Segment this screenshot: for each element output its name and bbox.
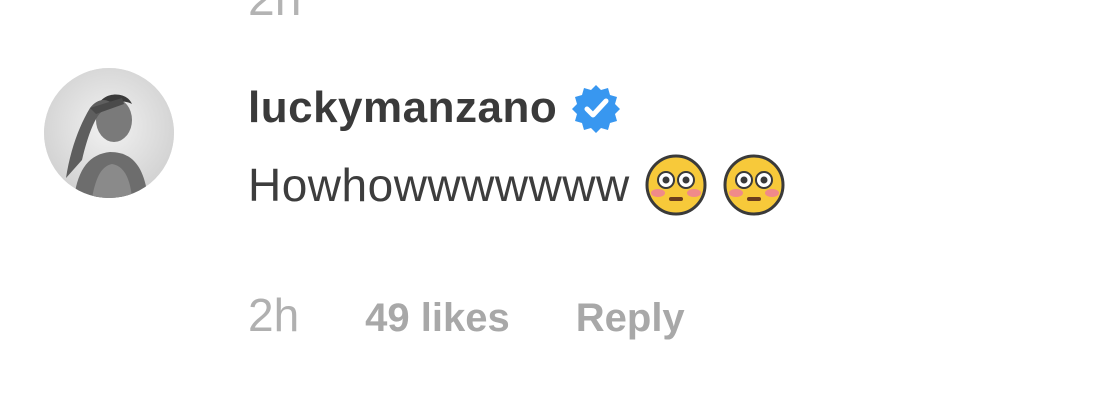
username-row: luckymanzano: [248, 80, 786, 136]
likes-count-link[interactable]: 49 likes: [365, 296, 510, 341]
reply-button[interactable]: Reply: [576, 296, 685, 341]
comment-text-row: Howhowwwwwww: [248, 152, 786, 218]
comment-meta: 2h 49 likes Reply: [248, 288, 685, 342]
comment-thread: 2h luckymanzano: [0, 0, 1120, 415]
flushed-face-emoji-icon: [644, 153, 708, 217]
profile-photo-icon: [44, 68, 174, 198]
avatar[interactable]: [44, 68, 174, 198]
verified-badge-icon: [571, 83, 621, 133]
flushed-face-emoji-icon: [722, 153, 786, 217]
comment-timestamp[interactable]: 2h: [248, 288, 299, 342]
previous-comment-timestamp: 2h: [248, 0, 301, 26]
username[interactable]: luckymanzano: [248, 83, 557, 133]
comment-text: Howhowwwwwww: [248, 159, 630, 211]
comment-body: luckymanzano Howhowwwwwww: [248, 80, 786, 218]
